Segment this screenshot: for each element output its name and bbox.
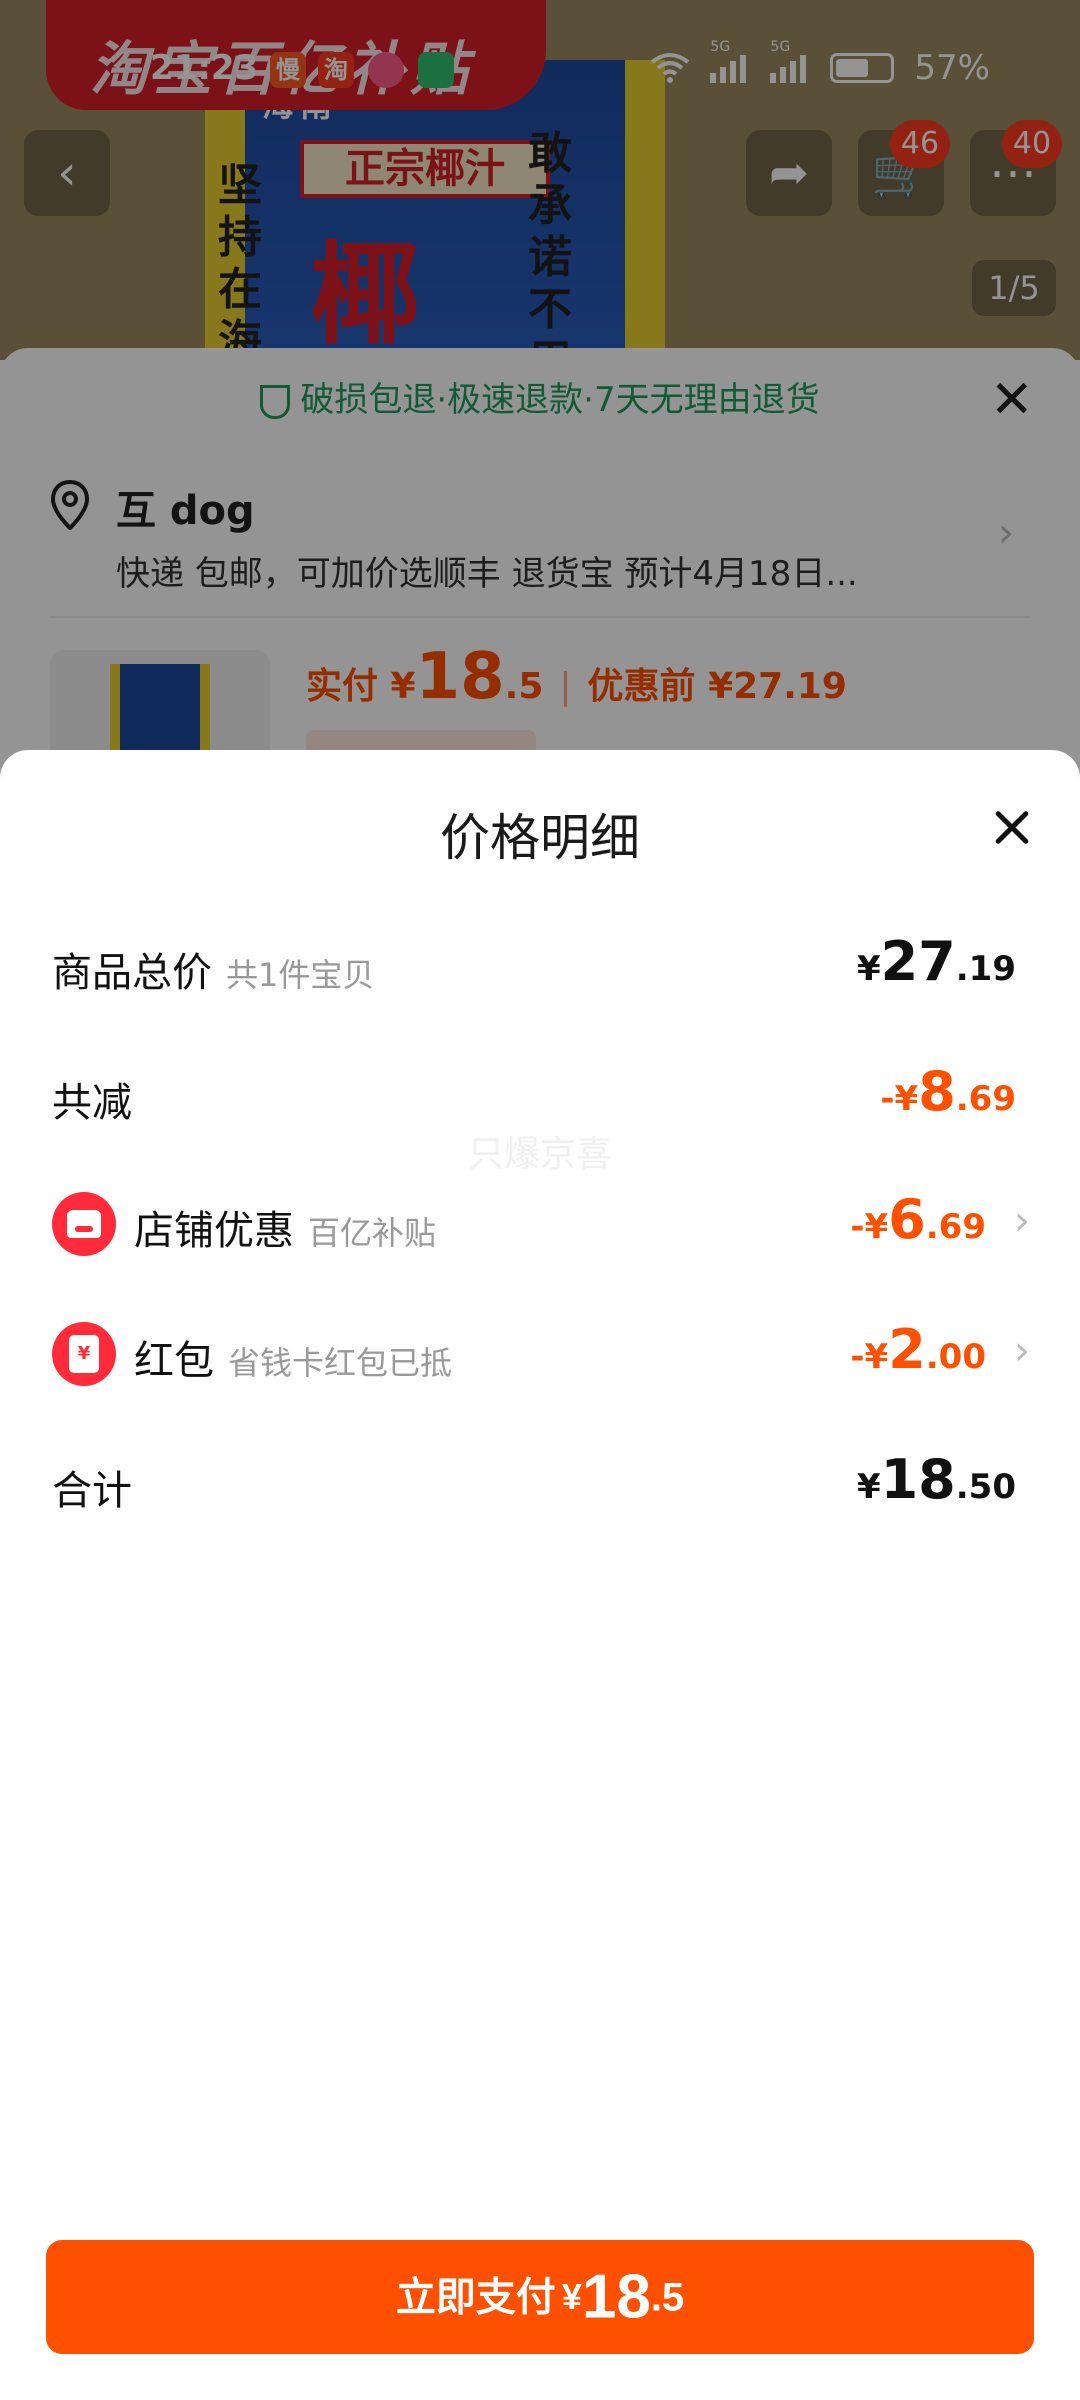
- shield-check-icon: [260, 384, 291, 419]
- shop-discount-label: 店铺优惠: [134, 1208, 294, 1254]
- location-pin-icon: [50, 480, 90, 530]
- product-pack-badge: 正宗椰汁: [300, 140, 550, 198]
- chevron-right-icon[interactable]: ›: [1014, 1328, 1030, 1374]
- pinduoduo-app-icon: [368, 52, 404, 88]
- address-name[interactable]: 互 dog: [116, 478, 255, 536]
- battery-percent: 57%: [914, 48, 990, 88]
- signal-5g-2: 5G: [770, 39, 810, 83]
- signal-5g-1: 5G: [710, 39, 750, 83]
- total-price-row: 商品总价 共1件宝贝 ¥27.19: [0, 922, 1080, 1012]
- total-price-amount: ¥27.19: [856, 930, 1016, 993]
- reduction-amount: -¥8.69: [880, 1060, 1016, 1123]
- sum-row: 合计 ¥18.50: [0, 1440, 1080, 1530]
- message-badge: 40: [1002, 120, 1062, 168]
- shop-discount-icon: [52, 1192, 116, 1256]
- status-time: 21:23: [150, 48, 259, 88]
- chevron-left-icon: ‹: [57, 145, 77, 201]
- divider: [50, 616, 1030, 618]
- sum-amount: ¥18.50: [856, 1448, 1016, 1511]
- shop-discount-amount: -¥6.69: [850, 1188, 986, 1251]
- close-icon[interactable]: [984, 800, 1040, 856]
- pay-now-button[interactable]: 立即支付 ¥18.5: [46, 2240, 1034, 2354]
- red-packet-sub: 省钱卡红包已抵: [228, 1344, 453, 1382]
- sum-label: 合计: [52, 1468, 132, 1514]
- red-packet-amount: -¥2.00: [850, 1318, 986, 1381]
- reduction-label: 共减: [52, 1080, 132, 1126]
- red-packet-label: 红包: [134, 1338, 214, 1384]
- shop-discount-row[interactable]: 店铺优惠 百亿补贴 -¥6.69 ›: [0, 1180, 1080, 1270]
- man-app-icon: 慢: [270, 52, 306, 88]
- product-pack-big-text: 椰: [310, 231, 420, 359]
- price-detail-sheet: 价格明细 商品总价 共1件宝贝 ¥27.19 共减 -¥8.69 店铺优惠 百亿补贴…: [0, 750, 1080, 2400]
- cart-badge: 46: [890, 120, 950, 168]
- order-sheet-close-icon[interactable]: ✕: [990, 370, 1034, 430]
- back-button[interactable]: ‹: [24, 130, 110, 216]
- pay-now-label: 立即支付: [395, 2275, 556, 2320]
- shop-discount-sub: 百亿补贴: [308, 1214, 437, 1252]
- battery-icon: [830, 53, 895, 83]
- sheet-title: 价格明细: [440, 809, 640, 867]
- product-pack-right-text: 敢承诺不用: [528, 128, 572, 360]
- cart-button[interactable]: 🛒 46: [858, 120, 950, 216]
- wifi-icon: [651, 53, 690, 83]
- image-page-indicator: 1/5: [972, 260, 1056, 316]
- chevron-right-icon[interactable]: ›: [998, 510, 1014, 556]
- item-count: 共1件宝贝: [226, 956, 375, 994]
- guarantee-text: 破损包退·极速退款·7天无理由退货: [300, 380, 820, 420]
- red-packet-icon: ¥: [52, 1322, 116, 1386]
- share-icon: ➦: [768, 145, 810, 201]
- share-button[interactable]: ➦: [746, 130, 832, 216]
- express-app-icon: [418, 52, 454, 88]
- status-bar: 21:23 慢 淘 5G 5G 57%: [0, 0, 1080, 118]
- signal-icon: [710, 53, 750, 83]
- total-price-label: 商品总价: [52, 950, 212, 996]
- signal-icon: [770, 53, 810, 83]
- watermark: 只爆京喜: [467, 1134, 612, 1175]
- red-packet-row[interactable]: ¥ 红包 省钱卡红包已抵 -¥2.00 ›: [0, 1310, 1080, 1400]
- guarantee-banner: 破损包退·极速退款·7天无理由退货: [0, 372, 1080, 421]
- delivery-detail[interactable]: 快递 包邮，可加价选顺丰 退货宝 预计4月18日...: [116, 546, 936, 595]
- taobao-app-icon: 淘: [318, 52, 354, 88]
- actual-pay-price: 实付 ¥18.5 | 优惠前 ¥27.19: [306, 640, 847, 714]
- chevron-right-icon[interactable]: ›: [1014, 1198, 1030, 1244]
- product-pack-left-text: 坚持在海南: [218, 160, 262, 360]
- message-button[interactable]: ⋯ 40: [970, 120, 1062, 216]
- status-right-group: 5G 5G 57%: [650, 39, 990, 88]
